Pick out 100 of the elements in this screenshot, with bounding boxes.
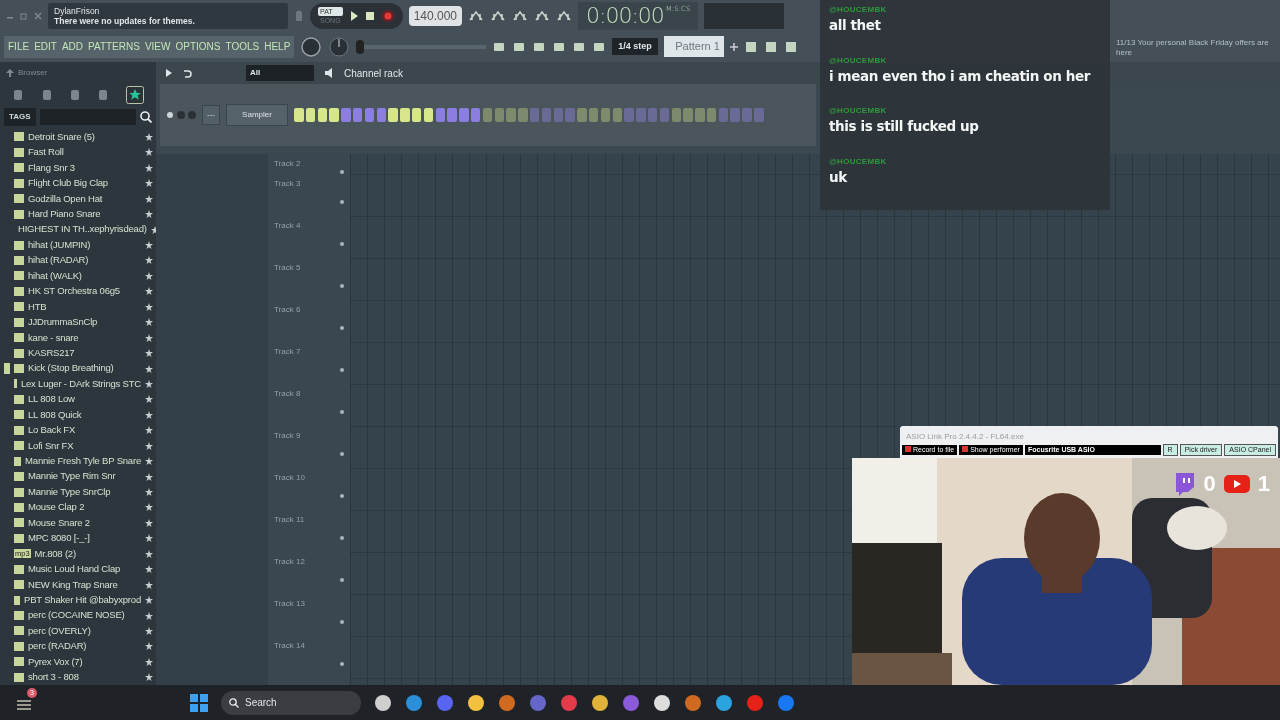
track-label[interactable]: Track 14 (274, 640, 305, 652)
star-icon[interactable] (145, 256, 153, 265)
menu-item[interactable]: PATTERNS (88, 39, 140, 54)
track-led[interactable] (340, 284, 344, 288)
search-icon[interactable] (140, 111, 152, 124)
record-icon[interactable] (380, 8, 395, 23)
channel-target-button[interactable]: --- (202, 105, 220, 125)
track-led[interactable] (340, 200, 344, 204)
star-icon[interactable] (145, 642, 153, 651)
browser-item[interactable]: JJDrummaSnClp (14, 314, 153, 330)
browser-item[interactable]: perc (COCAINE NOSE) (14, 607, 153, 624)
star-icon[interactable] (145, 596, 153, 605)
step-button[interactable] (329, 108, 339, 122)
browser-item[interactable]: Hard Piano Snare (14, 206, 153, 222)
track-label[interactable]: Track 9 (274, 430, 301, 442)
browser-item[interactable]: hihat (RADAR) (14, 252, 153, 269)
browser-item[interactable]: Pyrex Vox (7) (14, 654, 153, 670)
star-icon[interactable] (145, 132, 153, 141)
browser-item[interactable]: hihat (WALK) (14, 268, 153, 284)
browser-item[interactable]: PBT Shaker Hit @babyxprod (14, 592, 153, 608)
step-button[interactable] (388, 108, 398, 122)
star-icon[interactable] (145, 457, 153, 466)
browser-item[interactable]: kane - snare (14, 329, 153, 346)
star-icon[interactable] (145, 626, 153, 635)
star-icon[interactable] (145, 349, 153, 358)
browser-item[interactable]: hihat (JUMPIN) (14, 237, 153, 253)
star-icon[interactable] (145, 302, 153, 311)
tempo-field[interactable]: 140.000 (408, 5, 462, 26)
browser-item[interactable]: Mannie Type SnrClp (14, 484, 153, 500)
browser-item[interactable]: NEW King Trap Snare (14, 576, 153, 593)
windows-icon[interactable] (190, 693, 208, 712)
browser-item[interactable]: Fast Roll (14, 144, 153, 161)
browser-item[interactable]: HTB (14, 299, 153, 315)
track-led[interactable] (340, 578, 344, 582)
track-led[interactable] (340, 242, 344, 246)
star-icon[interactable] (145, 488, 153, 496)
browser-item[interactable]: Lofi Snr FX (14, 438, 153, 454)
step-button[interactable] (294, 108, 304, 122)
browser-item[interactable]: short 3 - 808 (14, 669, 153, 685)
step-button[interactable] (423, 108, 434, 122)
browser-item[interactable]: Detroit Snare (5) (14, 129, 153, 145)
filter-selector[interactable]: All (246, 65, 314, 81)
knob-icon[interactable] (300, 35, 323, 58)
browser-item[interactable]: Kick (Stop Breathing) (4, 360, 153, 377)
browser-item[interactable]: LL 808 Low (14, 391, 153, 408)
star-icon[interactable] (145, 333, 153, 342)
star-icon[interactable] (145, 472, 153, 481)
track-led[interactable] (340, 620, 344, 624)
menu-item[interactable]: OPTIONS (175, 39, 221, 54)
undo-icon[interactable] (182, 68, 192, 78)
track-label[interactable]: Track 5 (274, 262, 301, 274)
star-icon[interactable] (145, 580, 153, 589)
browser-item[interactable]: Mannie Type Rim Snr (14, 468, 153, 485)
star-icon[interactable] (145, 241, 153, 249)
menu-item[interactable]: FILE (8, 39, 30, 54)
star-icon[interactable] (145, 287, 153, 296)
step-button[interactable] (305, 108, 316, 122)
star-icon[interactable] (145, 565, 153, 574)
browser-item[interactable]: Lex Luger - DArk Strings STC (14, 376, 153, 392)
pattern-selector[interactable]: Pattern 1 (663, 36, 724, 57)
star-icon[interactable] (145, 379, 153, 388)
search-field[interactable]: Search (221, 690, 361, 715)
star-icon[interactable] (145, 503, 153, 512)
browser-item[interactable]: HK ST Orchestra 06g5 (14, 283, 153, 300)
browser-item[interactable]: Music Loud Hand Clap (14, 561, 153, 577)
star-icon[interactable] (145, 179, 153, 188)
slider-thumb[interactable] (356, 39, 365, 54)
star-icon[interactable] (145, 673, 153, 682)
browser-item[interactable]: Flang Snr 3 (14, 160, 153, 176)
menu-item[interactable]: ADD (61, 39, 84, 54)
track-label[interactable]: Track 4 (274, 220, 301, 232)
browser-item[interactable]: KASRS217 (14, 345, 153, 361)
menu-item[interactable]: TOOLS (225, 39, 260, 54)
star-icon[interactable] (145, 518, 153, 527)
star-icon[interactable] (145, 271, 153, 280)
track-label[interactable]: Track 3 (274, 178, 301, 190)
step-button[interactable] (400, 108, 410, 122)
track-led[interactable] (340, 662, 344, 666)
up-icon[interactable] (6, 68, 14, 77)
star-icon[interactable] (145, 364, 153, 373)
menu-item[interactable]: HELP (264, 39, 291, 54)
promo-message[interactable]: 11/13 Your personal Black Friday offers are here (1116, 38, 1276, 58)
step-button[interactable] (317, 108, 328, 122)
browser-item[interactable]: Mouse Snare 2 (14, 515, 153, 531)
track-led[interactable] (340, 326, 344, 330)
star-icon[interactable] (145, 148, 153, 157)
star-icon[interactable] (145, 611, 153, 620)
track-led[interactable] (340, 494, 344, 498)
track-label[interactable]: Track 8 (274, 388, 301, 400)
snap-selector[interactable]: 1/4 step (612, 37, 658, 56)
track-led[interactable] (340, 536, 344, 540)
star-icon[interactable] (145, 441, 153, 450)
track-label[interactable]: Track 11 (274, 514, 305, 526)
browser-item[interactable]: Godzilla Open Hat (14, 191, 153, 207)
track-led[interactable] (340, 410, 344, 414)
star-icon[interactable] (145, 410, 153, 419)
menu-item[interactable]: VIEW (144, 39, 171, 54)
star-icon[interactable] (145, 194, 153, 203)
browser-item[interactable]: Lo Back FX (14, 422, 153, 438)
track-label[interactable]: Track 13 (274, 598, 305, 610)
